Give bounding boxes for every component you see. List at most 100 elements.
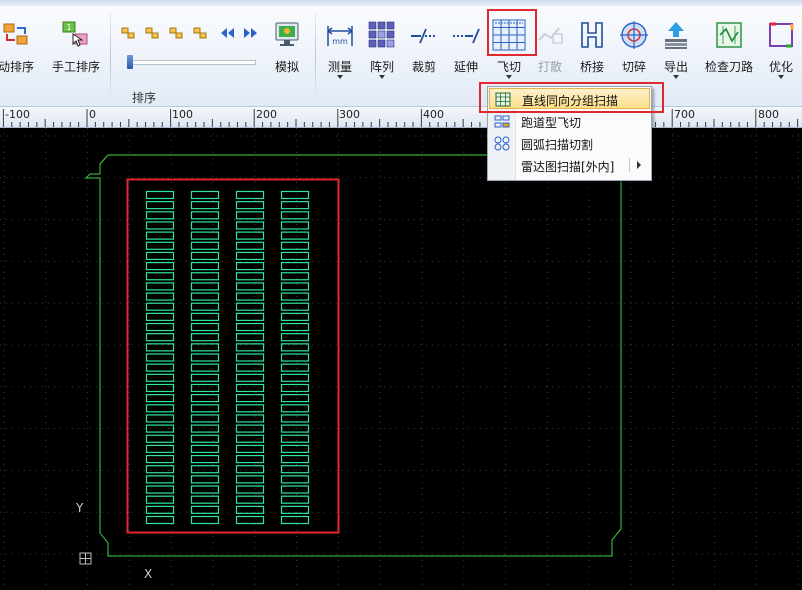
nested-part[interactable] [235, 373, 265, 382]
nested-part[interactable] [145, 302, 175, 311]
nested-part[interactable] [280, 383, 310, 393]
nested-part[interactable] [280, 221, 310, 230]
step-forward-icon[interactable] [243, 27, 259, 39]
optimize-button[interactable]: 优化 [762, 18, 800, 80]
nested-part[interactable] [280, 353, 310, 362]
sort-speed-slider-thumb[interactable] [127, 55, 133, 69]
nested-part[interactable] [280, 312, 310, 321]
nested-part[interactable] [235, 322, 265, 332]
nested-part[interactable] [235, 475, 265, 484]
nested-part[interactable] [145, 292, 175, 301]
nested-part[interactable] [280, 454, 310, 464]
nested-part[interactable] [145, 231, 175, 240]
nested-part[interactable] [145, 495, 175, 504]
export-dropdown-arrow[interactable] [673, 75, 679, 79]
nested-part[interactable] [145, 211, 175, 220]
nested-part[interactable] [145, 373, 175, 382]
nested-part[interactable] [145, 272, 175, 281]
nested-part[interactable] [280, 241, 310, 250]
trim-button[interactable]: 裁剪 [404, 18, 444, 80]
nested-part[interactable] [235, 282, 265, 291]
nested-part[interactable] [280, 414, 310, 423]
nested-part[interactable] [235, 231, 265, 240]
nested-part[interactable] [190, 475, 220, 484]
nested-part[interactable] [235, 201, 265, 210]
nested-part[interactable] [235, 292, 265, 301]
nested-part[interactable] [190, 221, 220, 230]
nested-part[interactable] [190, 190, 220, 200]
nested-part[interactable] [145, 465, 175, 474]
nested-part[interactable] [280, 444, 310, 454]
nested-part[interactable] [190, 454, 220, 464]
nested-part[interactable] [280, 251, 310, 261]
nested-part[interactable] [190, 201, 220, 210]
extend-button[interactable]: 延伸 [446, 18, 486, 80]
nested-part[interactable] [190, 434, 220, 443]
nested-part[interactable] [235, 302, 265, 311]
nested-part[interactable] [235, 353, 265, 362]
nested-part[interactable] [235, 485, 265, 494]
nested-part[interactable] [235, 394, 265, 403]
nested-part[interactable] [235, 444, 265, 454]
menu-item-arc-scan-cut[interactable]: 圆弧扫描切割 [489, 133, 650, 154]
nested-part[interactable] [190, 363, 220, 372]
nested-part[interactable] [145, 322, 175, 332]
nested-part[interactable] [235, 465, 265, 474]
fly-cut-dropdown-arrow[interactable] [506, 75, 512, 79]
nested-part[interactable] [235, 383, 265, 393]
nested-part[interactable] [145, 414, 175, 423]
nested-part[interactable] [235, 261, 265, 271]
nested-part[interactable] [190, 251, 220, 261]
nested-part[interactable] [190, 444, 220, 454]
nested-part[interactable] [280, 333, 310, 342]
nested-part[interactable] [235, 414, 265, 423]
nested-part[interactable] [235, 454, 265, 464]
step-back-icon[interactable] [219, 27, 235, 39]
simulate-button[interactable]: 模拟 [265, 18, 309, 80]
nested-part[interactable] [280, 190, 310, 200]
nested-part[interactable] [235, 404, 265, 413]
nested-part[interactable] [190, 231, 220, 240]
drawing-canvas[interactable]: Y X [0, 128, 802, 590]
nested-part[interactable] [235, 434, 265, 443]
nested-part[interactable] [145, 404, 175, 413]
nested-part[interactable] [190, 312, 220, 321]
nested-part[interactable] [190, 282, 220, 291]
sort-order-icon-1[interactable] [121, 27, 135, 39]
nested-part[interactable] [190, 394, 220, 403]
nested-part[interactable] [235, 272, 265, 281]
nested-part[interactable] [145, 241, 175, 250]
submenu-arrow-icon[interactable] [637, 161, 641, 169]
export-button[interactable]: 导出 [656, 18, 696, 80]
sort-order-icon-2[interactable] [145, 27, 159, 39]
nested-part[interactable] [280, 261, 310, 271]
nested-part[interactable] [235, 241, 265, 250]
nested-part[interactable] [145, 363, 175, 372]
auto-sort-button[interactable]: 动排序 [0, 18, 40, 80]
nested-part[interactable] [145, 454, 175, 464]
nested-part[interactable] [280, 322, 310, 332]
nested-part[interactable] [145, 485, 175, 494]
nested-part[interactable] [145, 261, 175, 271]
menu-item-racetrack-fly-cut[interactable]: 跑道型飞切 [489, 111, 650, 132]
nested-part[interactable] [235, 221, 265, 230]
array-dropdown-arrow[interactable] [379, 75, 385, 79]
nested-part[interactable] [235, 495, 265, 504]
sort-order-icon-3[interactable] [169, 27, 183, 39]
nested-part[interactable] [145, 333, 175, 342]
nested-part[interactable] [280, 485, 310, 494]
nested-part[interactable] [190, 404, 220, 413]
nested-part[interactable] [280, 272, 310, 281]
nested-part[interactable] [280, 495, 310, 504]
optimize-dropdown-arrow[interactable] [778, 75, 784, 79]
sort-speed-slider-track[interactable] [128, 60, 256, 65]
nested-part[interactable] [190, 373, 220, 382]
nested-part[interactable] [190, 261, 220, 271]
nested-part[interactable] [145, 251, 175, 261]
nested-part[interactable] [190, 495, 220, 504]
nested-part[interactable] [190, 322, 220, 332]
nested-part[interactable] [145, 282, 175, 291]
nested-part[interactable] [280, 292, 310, 301]
nested-part[interactable] [145, 383, 175, 393]
nested-part[interactable] [235, 515, 265, 525]
